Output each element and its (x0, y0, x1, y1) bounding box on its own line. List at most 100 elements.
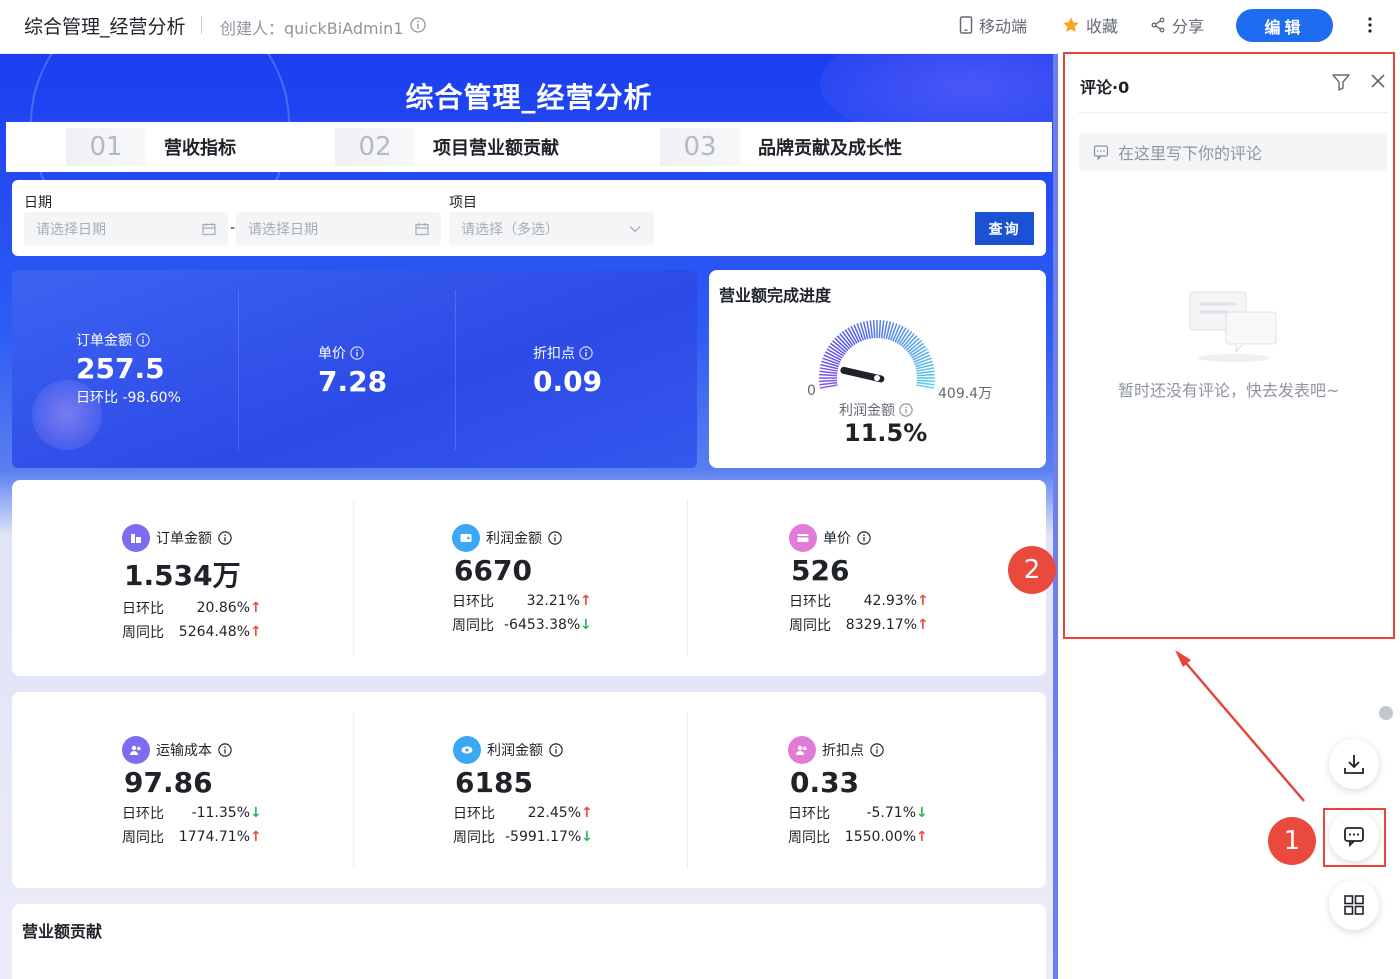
kpi-label: 折扣点 (533, 346, 575, 362)
info-icon[interactable] (548, 531, 562, 545)
divider (687, 500, 688, 656)
download-icon (1344, 755, 1364, 774)
kpi-card: 运输成本 97.86 日环比 -11.35% ↓ 周同比 1774.71% ↑ (122, 736, 262, 847)
day-value: 32.21% (526, 593, 580, 609)
close-icon[interactable] (1369, 72, 1387, 90)
comment-button-highlight (1323, 808, 1386, 867)
kpi-label: 利润金额 (487, 743, 543, 759)
week-over-week-row: 周同比 -5991.17% ↓ (453, 827, 593, 847)
gauge-tick (916, 373, 935, 377)
kpi-discount: 折扣点 0.09 (533, 343, 602, 398)
week-value: 1550.00% (844, 829, 916, 845)
collapse-dot[interactable] (1379, 706, 1393, 720)
info-icon[interactable] (410, 17, 426, 33)
week-over-week-row: 周同比 1550.00% ↑ (788, 827, 928, 847)
week-value: -6453.38% (504, 617, 581, 633)
info-icon[interactable] (579, 346, 593, 360)
eye-icon (453, 736, 481, 764)
grid-button[interactable] (1329, 880, 1379, 930)
day-over-day-row: 日环比 -5.71% ↓ (788, 803, 928, 823)
date-separator: - (230, 220, 236, 236)
calendar-icon (415, 223, 429, 236)
day-value: -11.35% (191, 805, 250, 821)
start-date-input[interactable]: 请选择日期 (24, 212, 228, 245)
kpi-order-amount: 订单金额 257.5 日环比 -98.60% (76, 330, 181, 407)
gauge-tick (916, 381, 935, 386)
kpi-card: 订单金额 1.534万 日环比 20.86% ↑ 周同比 5264.48% ↑ (122, 524, 262, 642)
day-over-day-row: 日环比 -11.35% ↓ (122, 803, 262, 823)
arrow-up-icon: ↑ (916, 829, 928, 845)
share-label: 分享 (1172, 17, 1205, 36)
info-icon[interactable] (218, 531, 232, 545)
gauge-metric-label: 利润金额 (839, 400, 913, 420)
download-button[interactable] (1329, 739, 1379, 789)
day-label: 日环比 (789, 594, 831, 610)
tab-revenue[interactable]: 01 营收指标 (66, 128, 236, 166)
week-label: 周同比 (122, 830, 164, 846)
filter-bar: 日期 请选择日期 - 请选择日期 项目 请选择（多选） 查询 (12, 180, 1046, 256)
share-button[interactable]: 分享 (1150, 13, 1204, 37)
kpi-label: 单价 (823, 531, 851, 547)
info-icon[interactable] (350, 346, 364, 360)
day-value: 20.86% (196, 600, 250, 616)
gauge-tick (878, 320, 882, 339)
gauge-max-label: 409.4万 (938, 386, 993, 402)
users-icon (788, 736, 816, 764)
week-over-week-row: 周同比 8329.17% ↑ (789, 615, 929, 635)
tab-project-contribution[interactable]: 02 项目营业额贡献 (335, 128, 559, 166)
gauge-tick (916, 379, 935, 383)
gauge-tick (819, 384, 838, 389)
project-placeholder: 请选择（多选） (461, 221, 559, 238)
tab-brand-growth[interactable]: 03 品牌贡献及成长性 (660, 128, 902, 166)
project-select[interactable]: 请选择（多选） (449, 212, 654, 245)
week-label: 周同比 (122, 625, 164, 641)
arrow-up-icon: ↑ (250, 624, 262, 640)
arrow-up-icon: ↑ (917, 617, 929, 633)
favorite-button[interactable]: 收藏 (1062, 13, 1118, 37)
tab-bar: 01 营收指标 02 项目营业额贡献 03 品牌贡献及成长性 (6, 122, 1052, 172)
day-value: -5.71% (866, 805, 916, 821)
info-icon[interactable] (899, 403, 913, 417)
info-icon[interactable] (136, 333, 150, 347)
kpi-label: 折扣点 (822, 743, 864, 759)
arrow-up-icon: ↑ (580, 593, 592, 609)
page-title: 综合管理_经营分析 (24, 16, 186, 38)
gauge-tick (880, 320, 885, 339)
favorite-label: 收藏 (1086, 17, 1119, 36)
arrow-up-icon: ↑ (581, 805, 593, 821)
week-label: 周同比 (453, 830, 495, 846)
comment-input[interactable]: 在这里写下你的评论 (1079, 133, 1387, 171)
info-icon[interactable] (870, 743, 884, 757)
gauge-tick (869, 320, 874, 339)
gauge-card: 营业额完成进度 0 409.4万 利润金额 11.5% (709, 270, 1046, 468)
day-over-day-row: 日环比 42.93% ↑ (789, 591, 929, 611)
query-button[interactable]: 查询 (975, 212, 1034, 245)
more-icon[interactable] (1362, 14, 1378, 36)
day-label: 日环比 (452, 594, 494, 610)
gauge-tick (819, 370, 838, 375)
arrow-down-icon: ↓ (250, 805, 262, 821)
divider (201, 16, 202, 34)
arrow-down-icon: ↓ (580, 617, 592, 633)
step-marker-1: 1 (1268, 817, 1316, 865)
users-icon (122, 736, 150, 764)
mobile-button[interactable]: 移动端 (959, 13, 1027, 37)
filter-icon[interactable] (1331, 72, 1351, 92)
end-date-input[interactable]: 请选择日期 (236, 212, 441, 245)
gauge-value: 11.5% (844, 419, 928, 447)
week-value: 5264.48% (178, 624, 250, 640)
kpi-value: 6670 (454, 554, 532, 587)
kpi-unit-price: 单价 7.28 (318, 343, 387, 398)
kpi-value: 526 (791, 554, 850, 587)
info-icon[interactable] (857, 531, 871, 545)
info-icon[interactable] (549, 743, 563, 757)
info-icon[interactable] (218, 743, 232, 757)
week-label: 周同比 (789, 618, 831, 634)
tab-number: 01 (66, 128, 146, 166)
star-icon (1063, 17, 1079, 32)
divider (1078, 112, 1388, 113)
gauge-tick (819, 381, 838, 386)
kpi-value: 6185 (455, 766, 533, 799)
week-label: 周同比 (452, 618, 494, 634)
edit-button[interactable]: 编辑 (1236, 9, 1333, 42)
